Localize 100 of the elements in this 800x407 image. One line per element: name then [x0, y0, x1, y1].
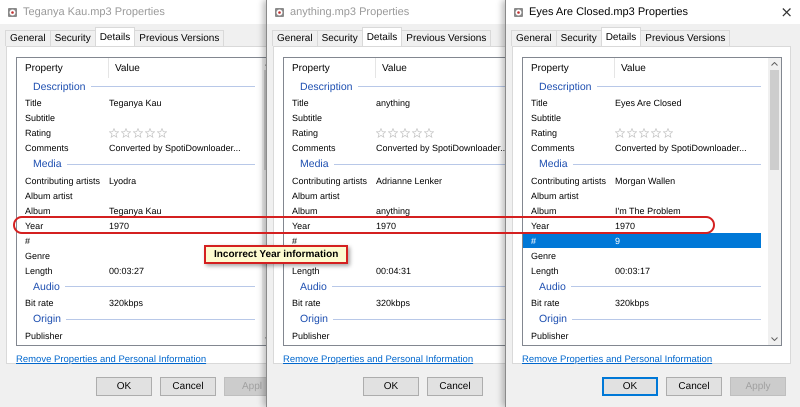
property-value: Teganya Kau [109, 206, 162, 216]
property-value: Converted by SpotiDownloader... [615, 143, 747, 153]
dialog-button[interactable]: Cancel [666, 377, 722, 396]
property-value: 320kbps [376, 298, 410, 308]
property-name: Publisher [292, 330, 331, 340]
remove-properties-link[interactable]: Remove Properties and Personal Information [522, 354, 712, 365]
property-name: Album [531, 206, 558, 216]
column-header[interactable]: Value [615, 58, 646, 78]
property-name: Comments [531, 143, 576, 153]
dialog-button[interactable]: Cancel [160, 377, 216, 396]
property-value: I'm The Problem [615, 206, 681, 216]
tab[interactable]: Previous Versions [401, 30, 492, 46]
property-name: Genre [531, 250, 558, 260]
property-value: Lyodra [109, 176, 136, 186]
property-name: Subtitle [531, 113, 562, 123]
property-value: Morgan Wallen [615, 176, 676, 186]
property-value: 9 [615, 236, 620, 246]
tab[interactable]: Details [362, 27, 402, 46]
star-rating[interactable] [109, 128, 167, 138]
property-name: Title [25, 98, 43, 108]
property-value: 00:03:17 [615, 266, 650, 276]
property-name: Contributing artists [25, 176, 102, 186]
group-heading: Audio [300, 280, 327, 293]
property-name: Contributing artists [531, 176, 608, 186]
window-title: anything.mp3 Properties [290, 6, 410, 18]
group-heading: Description [300, 80, 353, 93]
disc-icon [8, 8, 17, 16]
star-rating[interactable] [615, 128, 673, 138]
tab[interactable]: General [272, 30, 318, 46]
property-name: Comments [292, 143, 337, 153]
property-name: Length [531, 266, 560, 276]
property-name: Album [292, 206, 319, 216]
tab[interactable]: Security [556, 30, 602, 46]
property-name: Album [25, 206, 52, 216]
dialog-button[interactable]: OK [96, 377, 152, 396]
column-header[interactable]: Property [523, 58, 615, 78]
property-name: Comments [25, 143, 70, 153]
group-heading: Origin [33, 313, 62, 326]
column-header[interactable]: Value [109, 58, 140, 78]
property-value: anything [376, 206, 410, 216]
group-heading: Media [539, 158, 568, 170]
selected-row[interactable]: # 9 [523, 233, 761, 248]
remove-properties-link[interactable]: Remove Properties and Personal Information [283, 354, 474, 365]
property-value: 00:03:27 [109, 266, 144, 276]
tab[interactable]: Details [600, 27, 642, 46]
group-heading: Media [33, 158, 62, 170]
tab[interactable]: General [5, 30, 51, 46]
tab[interactable]: Details [94, 27, 136, 46]
property-value: 320kbps [109, 298, 144, 308]
column-header[interactable]: Property [284, 58, 376, 78]
scroll-thumb[interactable] [770, 70, 779, 170]
column-header[interactable]: Value [376, 58, 407, 78]
property-name: Bit rate [292, 298, 322, 308]
property-name: Contributing artists [292, 176, 368, 186]
property-name: Album artist [531, 190, 580, 200]
property-name: Year [292, 220, 312, 230]
tab[interactable]: General [511, 30, 557, 46]
property-name: Length [292, 266, 321, 276]
property-value: 1970 [615, 220, 636, 230]
star-rating[interactable] [376, 128, 434, 138]
scrollbar[interactable] [768, 58, 781, 345]
property-value: Eyes Are Closed [615, 98, 682, 108]
property-name: Year [25, 220, 44, 230]
tab[interactable]: Previous Versions [134, 30, 224, 46]
property-value: 1970 [109, 220, 130, 230]
property-name: Rating [292, 128, 320, 138]
property-value: 1970 [376, 220, 396, 230]
property-name: Subtitle [25, 113, 56, 123]
close-button[interactable]: × [776, 3, 797, 21]
group-heading: Description [539, 80, 592, 93]
property-name: # [292, 236, 298, 246]
tab[interactable]: Security [316, 30, 363, 46]
column-header[interactable]: Property [17, 58, 109, 78]
window-title: Eyes Are Closed.mp3 Properties [529, 6, 688, 18]
dialog-button[interactable]: OK [363, 377, 419, 396]
tab[interactable]: Security [50, 30, 96, 46]
property-value: Teganya Kau [109, 98, 162, 108]
group-heading: Origin [539, 313, 568, 326]
tab[interactable]: Previous Versions [640, 30, 730, 46]
property-name: Bit rate [531, 298, 561, 308]
property-value: 00:04:31 [376, 266, 412, 276]
property-name: # [25, 236, 32, 246]
group-heading: Origin [300, 313, 328, 326]
property-value: 320kbps [615, 298, 650, 308]
property-name: Rating [531, 128, 558, 138]
property-name: Subtitle [292, 113, 324, 123]
property-name: Title [531, 98, 549, 108]
property-value: anything [376, 98, 410, 108]
property-name: Rating [25, 128, 52, 138]
dialog-button[interactable]: OK [602, 377, 658, 396]
property-value: Adrianne Lenker [376, 176, 442, 186]
property-name: Publisher [531, 330, 570, 340]
property-value: Converted by SpotiDownloader... [109, 143, 241, 153]
property-name: Year [531, 220, 550, 230]
dialog-button[interactable]: Cancel [427, 377, 483, 396]
remove-properties-link[interactable]: Remove Properties and Personal Information [16, 354, 206, 365]
group-heading: Description [33, 80, 86, 93]
property-name: Publisher [25, 330, 64, 340]
group-heading: Audio [33, 280, 60, 293]
disc-icon [514, 8, 523, 16]
